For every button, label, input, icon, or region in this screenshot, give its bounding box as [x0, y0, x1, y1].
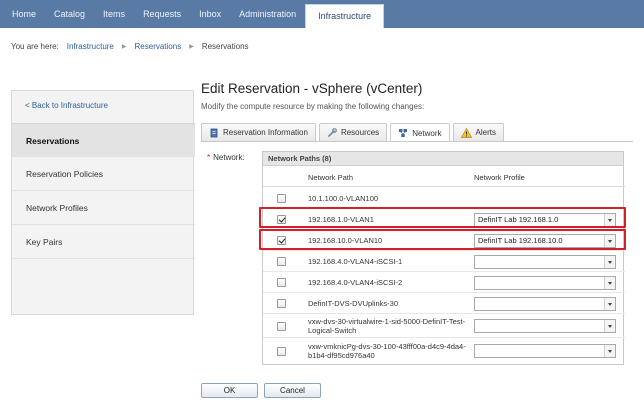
page-subtitle: Modify the compute resource by making th… — [201, 102, 425, 111]
network-path-name: 192.168.4.0-VLAN4-iSCSI-2 — [308, 278, 403, 287]
breadcrumb-reservations-link[interactable]: Reservations — [135, 42, 182, 51]
tab-label: Network — [412, 128, 442, 138]
grid-column-headers: Network Path Network Profile — [263, 167, 625, 187]
nav-tab-infrastructure[interactable]: Infrastructure — [305, 4, 385, 28]
row-checkbox[interactable] — [277, 322, 286, 331]
chevron-down-icon — [604, 277, 615, 289]
sidebar-item-key-pairs[interactable]: Key Pairs — [12, 225, 195, 259]
wrench-icon — [328, 127, 337, 137]
chevron-down-icon — [604, 214, 615, 226]
column-header-network-path: Network Path — [308, 173, 354, 182]
breadcrumb: You are here: Infrastructure ▶ Reservati… — [11, 42, 249, 51]
row-checkbox[interactable] — [277, 215, 286, 224]
network-field-label: * Network: — [207, 153, 245, 162]
network-profile-select[interactable] — [474, 319, 616, 333]
row-checkbox[interactable] — [277, 257, 286, 266]
column-header-network-profile: Network Profile — [474, 173, 525, 182]
network-profile-select[interactable] — [474, 276, 616, 290]
nav-tab-administration[interactable]: Administration — [230, 0, 305, 28]
sidebar-item-reservations[interactable]: Reservations — [12, 123, 195, 157]
table-row: 10.1.100.0-VLAN100 — [263, 188, 625, 209]
network-path-name: DefinIT-DVS-DVUplinks-30 — [308, 299, 399, 308]
breadcrumb-separator-icon: ▶ — [189, 44, 194, 50]
network-icon — [399, 129, 408, 137]
network-profile-select[interactable] — [474, 255, 616, 269]
grid-header: Network Paths (8) — [263, 152, 623, 166]
network-profile-select[interactable] — [474, 297, 616, 311]
chevron-down-icon — [604, 345, 615, 357]
table-row: 192.168.1.0-VLAN1 DefinIT Lab 192.168.1.… — [263, 209, 625, 230]
sidebar-item-network-profiles[interactable]: Network Profiles — [12, 191, 195, 225]
sidebar-item-reservation-policies[interactable]: Reservation Policies — [12, 157, 195, 191]
tab-network[interactable]: Network — [390, 123, 450, 142]
tab-reservation-information[interactable]: Reservation Information — [201, 123, 316, 141]
network-label-text: Network: — [213, 153, 245, 162]
tab-label: Resources — [340, 128, 380, 137]
tab-label: Alerts — [475, 128, 496, 137]
row-checkbox[interactable] — [277, 236, 286, 245]
network-profile-select[interactable] — [474, 344, 616, 358]
network-path-name: vxw-dvs-30-virtualwire-1-sid-5000-DefinI… — [308, 317, 466, 335]
page-title: Edit Reservation - vSphere (vCenter) — [201, 81, 423, 96]
back-to-infrastructure-link[interactable]: < Back to Infrastructure — [25, 101, 108, 110]
breadcrumb-prefix: You are here: — [11, 42, 59, 51]
warning-icon — [460, 127, 472, 138]
row-checkbox[interactable] — [277, 299, 286, 308]
cancel-button[interactable]: Cancel — [264, 383, 321, 398]
breadcrumb-current: Reservations — [201, 42, 249, 51]
network-profile-select[interactable]: DefinIT Lab 192.168.10.0 — [474, 234, 616, 248]
ok-button[interactable]: OK — [201, 383, 258, 398]
tab-label: Reservation Information — [223, 128, 308, 137]
chevron-down-icon — [604, 320, 615, 332]
required-marker: * — [207, 153, 211, 162]
reservation-tabs: Reservation Information Resources Networ… — [201, 123, 504, 142]
chevron-down-icon — [604, 235, 615, 247]
chevron-down-icon — [604, 256, 615, 268]
tab-alerts[interactable]: Alerts — [452, 123, 504, 141]
network-path-name: 192.168.10.0-VLAN10 — [308, 236, 383, 245]
sidebar: < Back to Infrastructure Reservations Re… — [11, 90, 195, 315]
table-row: vxw-dvs-30-virtualwire-1-sid-5000-DefinI… — [263, 314, 625, 338]
network-path-name: 192.168.1.0-VLAN1 — [308, 215, 374, 224]
table-row: vxw-vmknicPg-dvs-30-100-43fff00a-d4c9-4d… — [263, 338, 625, 364]
table-row: 192.168.4.0-VLAN4-iSCSI-2 — [263, 272, 625, 293]
nav-tab-catalog[interactable]: Catalog — [45, 0, 94, 28]
network-paths-grid: Network Paths (8) Network Path Network P… — [262, 151, 625, 365]
nav-tab-home[interactable]: Home — [3, 0, 45, 28]
network-path-name: vxw-vmknicPg-dvs-30-100-43fff00a-d4c9-4d… — [308, 342, 466, 360]
select-value: DefinIT Lab 192.168.10.0 — [478, 236, 563, 245]
row-checkbox[interactable] — [277, 278, 286, 287]
chevron-down-icon — [604, 298, 615, 310]
select-value: DefinIT Lab 192.168.1.0 — [478, 215, 559, 224]
tab-divider — [201, 141, 633, 142]
top-navigation-bar: Home Catalog Items Requests Inbox Admini… — [0, 0, 644, 28]
network-profile-select[interactable]: DefinIT Lab 192.168.1.0 — [474, 213, 616, 227]
row-checkbox[interactable] — [277, 194, 286, 203]
table-row: 192.168.4.0-VLAN4-iSCSI-1 — [263, 251, 625, 272]
nav-tab-inbox[interactable]: Inbox — [190, 0, 230, 28]
network-path-name: 192.168.4.0-VLAN4-iSCSI-1 — [308, 257, 403, 266]
tab-resources[interactable]: Resources — [318, 123, 388, 141]
network-path-name: 10.1.100.0-VLAN100 — [308, 194, 379, 203]
nav-tab-items[interactable]: Items — [94, 0, 134, 28]
nav-tab-requests[interactable]: Requests — [134, 0, 190, 28]
table-row: DefinIT-DVS-DVUplinks-30 — [263, 293, 625, 314]
breadcrumb-separator-icon: ▶ — [121, 44, 127, 50]
row-checkbox[interactable] — [277, 347, 286, 356]
table-row: 192.168.10.0-VLAN10 DefinIT Lab 192.168.… — [263, 230, 625, 251]
document-icon — [210, 128, 218, 137]
breadcrumb-infrastructure-link[interactable]: Infrastructure — [67, 42, 114, 51]
